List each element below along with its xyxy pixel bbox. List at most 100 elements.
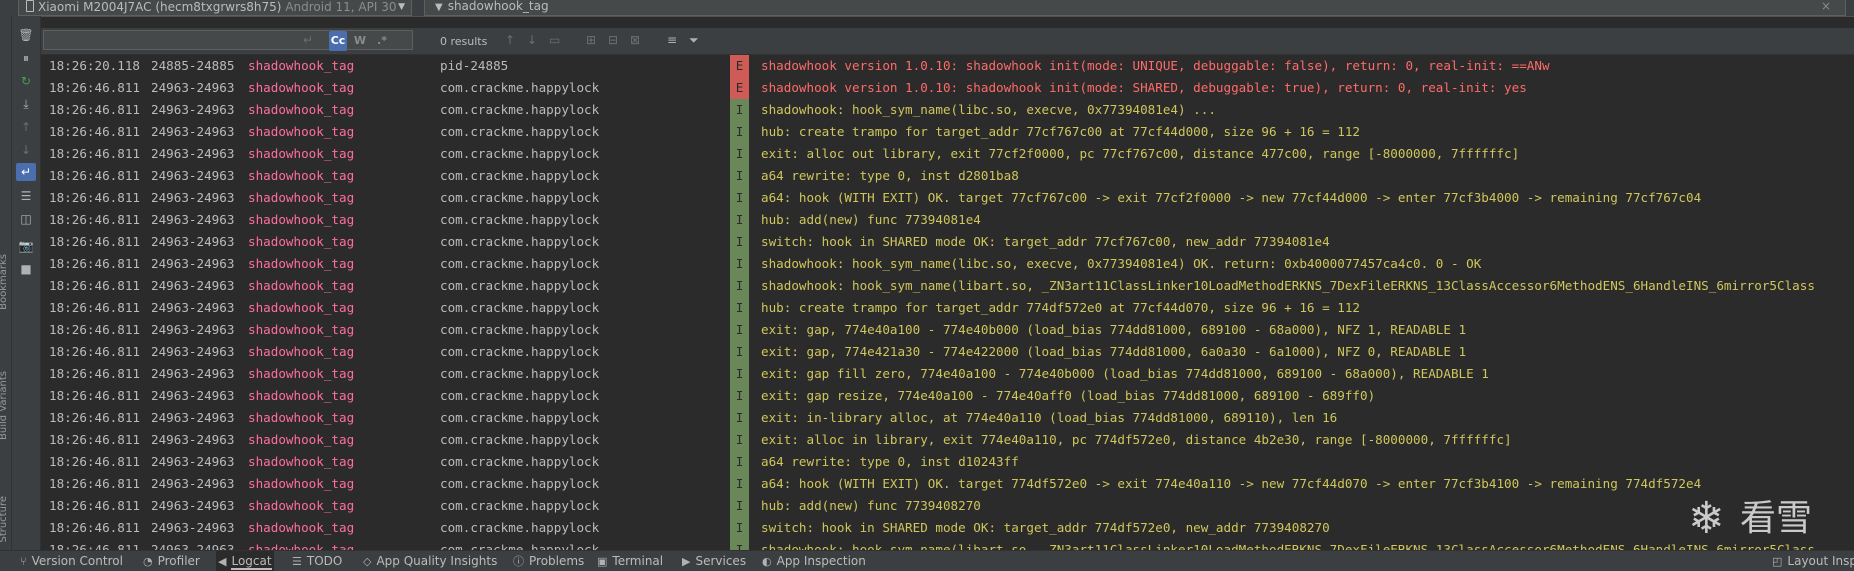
tab-todo[interactable]: ☰ TODO [290,551,344,571]
top-toolbar: Xiaomi M2004J7AC (hecm8txgrwrs8h75) Andr… [0,0,1854,17]
scroll-to-end-icon[interactable]: ⤓ [16,95,36,113]
screen-record-icon[interactable]: ■ [16,260,36,278]
split-view-icon[interactable]: ◫ [16,210,36,228]
log-row[interactable]: 18:26:46.811 24963-24963 shadowhook_tag com… [41,473,1854,495]
soft-wrap-icon[interactable]: ↵ [16,163,36,181]
side-tool-tabs: Bookmarks Build Variants Structure [0,16,12,550]
funnel-filter-icon[interactable]: ⏷ [689,30,699,50]
log-level-badge: I [730,297,749,319]
select-all-icon[interactable]: ⊠ [630,30,640,50]
clear-filter-icon[interactable]: × [1821,0,1831,12]
log-timestamp: 18:26:46.811 [49,190,140,205]
search-results-count: 0 results [440,35,488,48]
log-row[interactable]: 18:26:46.811 24963-24963 shadowhook_tag com… [41,143,1854,165]
log-package: com.crackme.happylock [440,212,600,227]
log-message: shadowhook: hook_sym_name(libc.so, execv… [761,102,1216,117]
log-tag: shadowhook_tag [248,454,355,469]
tab-app-inspection[interactable]: ◐ App Inspection [760,551,868,571]
pause-icon[interactable]: ⏸ [16,49,36,67]
log-message: hub: add(new) func 7739408270 [761,498,981,513]
log-row[interactable]: 18:26:46.811 24963-24963 shadowhook_tag com… [41,165,1854,187]
log-row[interactable]: 18:26:20.118 24885-24885 shadowhook_tag pid… [41,55,1854,77]
log-tag: shadowhook_tag [248,322,355,337]
tab-terminal[interactable]: ▣ Terminal [595,551,665,571]
log-package: com.crackme.happylock [440,366,600,381]
multiline-icon[interactable]: ≡ [667,30,677,50]
filter-icon: ▼ [435,2,443,13]
tab-logcat[interactable]: ◀ Logcat [216,551,274,571]
restart-icon[interactable]: ↻ [16,72,36,90]
tab-problems[interactable]: ⓘ Problems [511,551,586,571]
match-case-toggle[interactable]: Cc [329,31,347,51]
side-tab-build-variants[interactable]: Build Variants [0,371,9,440]
log-row[interactable]: 18:26:46.811 24963-24963 shadowhook_tag com… [41,407,1854,429]
log-package: com.crackme.happylock [440,454,600,469]
next-occurrence-icon[interactable]: ↓ [16,141,36,159]
add-selection-icon[interactable]: ⊞ [586,30,596,50]
previous-occurrence-icon[interactable]: ↑ [16,118,36,136]
log-level-badge: I [730,407,749,429]
tab-label: Profiler [157,554,200,568]
logcat-filter-input[interactable]: ▼ shadowhook_tag × [424,0,1846,16]
device-dropdown[interactable]: Xiaomi M2004J7AC (hecm8txgrwrs8h75) Andr… [18,0,412,16]
log-timestamp: 18:26:46.811 [49,234,140,249]
log-tag: shadowhook_tag [248,410,355,425]
screenshot-icon[interactable]: 📷 [16,237,36,255]
log-row[interactable]: 18:26:46.811 24963-24963 shadowhook_tag com… [41,99,1854,121]
log-package: com.crackme.happylock [440,234,600,249]
tab-layout-inspector[interactable]: ◰ Layout Inspe [1770,551,1854,571]
logcat-output[interactable]: 18:26:20.118 24885-24885 shadowhook_tag pid… [41,55,1854,550]
filter-results-icon[interactable]: ▭ [549,30,560,50]
log-row[interactable]: 18:26:46.811 24963-24963 shadowhook_tag com… [41,319,1854,341]
clear-logcat-icon[interactable]: 🗑 [16,26,36,44]
tab-version-control[interactable]: ⑂ Version Control [18,551,125,571]
log-message: exit: gap, 774e40a100 - 774e40b000 (load… [761,322,1467,337]
log-row[interactable]: 18:26:46.811 24963-24963 shadowhook_tag com… [41,209,1854,231]
log-row[interactable]: 18:26:46.811 24963-24963 shadowhook_tag com… [41,451,1854,473]
remove-selection-icon[interactable]: ⊟ [608,30,618,50]
log-row[interactable]: 18:26:46.811 24963-24963 shadowhook_tag com… [41,297,1854,319]
log-row[interactable]: 18:26:46.811 24963-24963 shadowhook_tag com… [41,77,1854,99]
tab-label: App Inspection [776,554,866,568]
log-row[interactable]: 18:26:46.811 24963-24963 shadowhook_tag com… [41,275,1854,297]
log-row[interactable]: 18:26:46.811 24963-24963 shadowhook_tag com… [41,121,1854,143]
device-api: Android 11, API 30 [285,0,397,14]
log-level-badge: I [730,209,749,231]
previous-match-icon[interactable]: ↑ [505,30,515,50]
log-row[interactable]: 18:26:46.811 24963-24963 shadowhook_tag com… [41,385,1854,407]
words-toggle[interactable]: W [351,31,369,51]
search-bar: 🔍 ↵ Cc W .* 0 results ↑ ↓ ▭ ⊞ ⊟ ⊠ ≡ ⏷ [41,28,1854,55]
tab-services[interactable]: ▶ Services [680,551,748,571]
layout-icon: ◰ [1772,555,1783,568]
log-row[interactable]: 18:26:46.811 24963-24963 shadowhook_tag com… [41,253,1854,275]
tab-label: Problems [529,554,585,568]
log-tag: shadowhook_tag [248,498,355,513]
regex-toggle[interactable]: .* [373,31,391,51]
log-tag: shadowhook_tag [248,256,355,271]
log-level-badge: I [730,231,749,253]
tab-app-quality-insights[interactable]: ◇ App Quality Insights [361,551,499,571]
log-row[interactable]: 18:26:46.811 24963-24963 shadowhook_tag com… [41,429,1854,451]
log-tag: shadowhook_tag [248,234,355,249]
log-message: a64: hook (WITH EXIT) OK. target 774df57… [761,476,1702,491]
log-level-badge: I [730,341,749,363]
format-settings-icon[interactable]: ☰ [16,187,36,205]
next-match-icon[interactable]: ↓ [527,30,537,50]
tab-profiler[interactable]: ◔ Profiler [141,551,202,571]
side-tab-bookmarks[interactable]: Bookmarks [0,254,9,310]
log-package: com.crackme.happylock [440,146,600,161]
search-history-icon[interactable]: ↵ [303,30,313,50]
log-row[interactable]: 18:26:46.811 24963-24963 shadowhook_tag com… [41,363,1854,385]
log-row[interactable]: 18:26:46.811 24963-24963 shadowhook_tag com… [41,231,1854,253]
log-row[interactable]: 18:26:46.811 24963-24963 shadowhook_tag com… [41,539,1854,550]
tab-label: Layout Inspe [1787,554,1854,568]
log-message: switch: hook in SHARED mode OK: target_a… [761,520,1330,535]
log-row[interactable]: 18:26:46.811 24963-24963 shadowhook_tag com… [41,187,1854,209]
log-row[interactable]: 18:26:46.811 24963-24963 shadowhook_tag com… [41,517,1854,539]
log-package: com.crackme.happylock [440,300,600,315]
log-pid: 24963-24963 [151,366,235,381]
log-row[interactable]: 18:26:46.811 24963-24963 shadowhook_tag com… [41,495,1854,517]
side-tab-structure[interactable]: Structure [0,496,9,543]
log-pid: 24963-24963 [151,344,235,359]
log-row[interactable]: 18:26:46.811 24963-24963 shadowhook_tag com… [41,341,1854,363]
